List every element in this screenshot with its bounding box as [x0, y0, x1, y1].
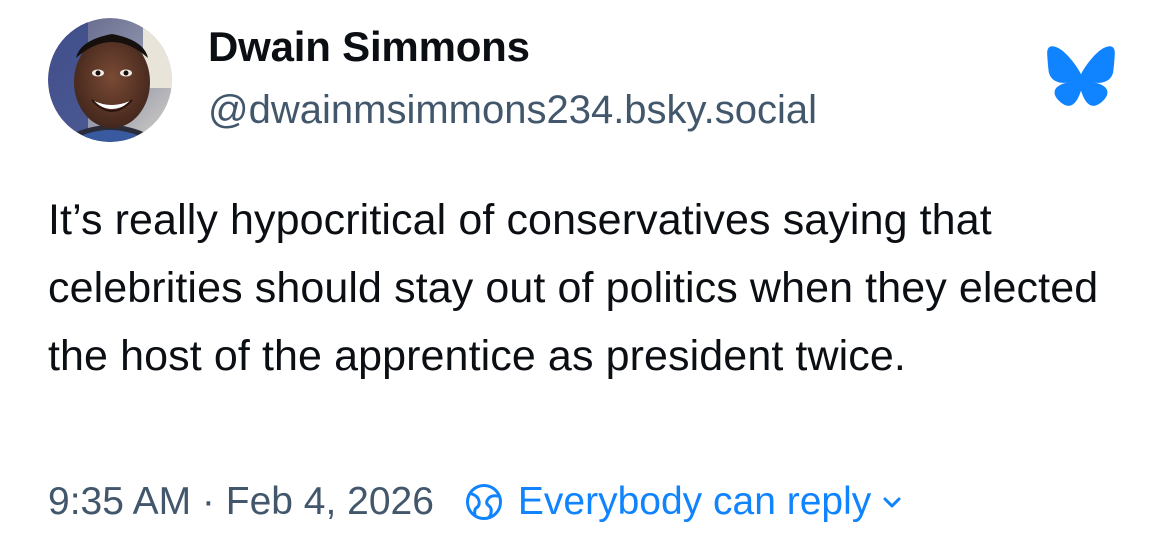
- post-card: Dwain Simmons @dwainmsimmons234.bsky.soc…: [0, 0, 1170, 558]
- post-timestamp[interactable]: 9:35 AM · Feb 4, 2026: [48, 476, 434, 528]
- avatar[interactable]: [48, 18, 172, 142]
- post-text: It’s really hypocritical of conservative…: [48, 196, 1099, 380]
- post-meta: 9:35 AM · Feb 4, 2026 Everybody can repl…: [48, 476, 903, 528]
- reply-setting-label: Everybody can reply: [517, 480, 872, 523]
- author-handle[interactable]: @dwainmsimmons234.bsky.social: [208, 86, 817, 134]
- bluesky-butterfly-icon: [1047, 46, 1115, 106]
- author-display-name[interactable]: Dwain Simmons: [208, 22, 530, 72]
- globe-icon: [465, 484, 502, 520]
- avatar-photo: [48, 18, 172, 142]
- chevron-down-icon: [883, 497, 901, 508]
- reply-setting-button[interactable]: Everybody can reply: [464, 476, 903, 528]
